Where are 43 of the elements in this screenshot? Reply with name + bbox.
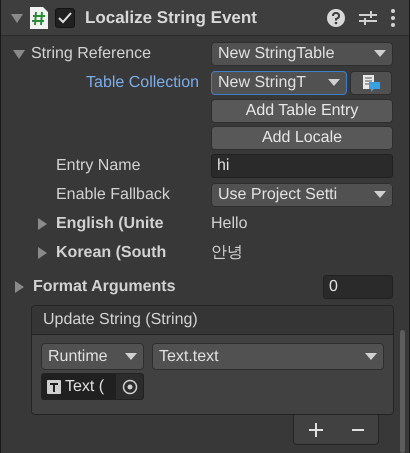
string-reference-dropdown[interactable]: New StringTable	[211, 42, 393, 66]
field-label: Format Arguments	[33, 276, 176, 296]
table-window-icon	[362, 74, 380, 92]
collapse-arrow-icon[interactable]	[11, 12, 23, 24]
check-icon	[58, 12, 72, 24]
help-icon[interactable]	[327, 8, 345, 26]
event-title: Update String (String)	[32, 306, 393, 335]
fallback-dropdown[interactable]: Use Project Setti	[211, 182, 393, 206]
locale-value: 안녕	[211, 242, 243, 262]
field-label: String Reference	[31, 44, 152, 64]
expand-arrow-icon[interactable]	[13, 280, 25, 292]
sliders-icon[interactable]	[359, 8, 377, 26]
locale-name: Korean (South	[56, 242, 166, 262]
add-icon[interactable]	[308, 422, 324, 438]
expand-arrow-icon[interactable]	[36, 218, 48, 230]
collapse-arrow-icon[interactable]	[13, 48, 25, 60]
entry-name-field[interactable]: hi	[211, 154, 393, 178]
more-icon[interactable]	[391, 8, 395, 26]
add-button[interactable]: Add Locale	[211, 126, 393, 150]
scrollbar-thumb[interactable]	[400, 330, 405, 453]
caret-icon	[125, 352, 137, 360]
field-label: Enable Fallback	[56, 184, 170, 204]
locale-value: Hello	[211, 214, 248, 234]
enabled-checkbox[interactable]	[55, 8, 75, 28]
caret-icon	[328, 78, 340, 86]
table-collection-dropdown[interactable]: New StringT	[211, 70, 347, 94]
script-icon	[29, 6, 49, 30]
field-label: Entry Name	[56, 156, 140, 176]
add-button[interactable]: Add Table Entry	[211, 98, 393, 122]
caret-icon	[365, 352, 377, 360]
open-table-button[interactable]	[350, 70, 392, 94]
text-component-icon	[47, 380, 61, 394]
caret-icon	[374, 50, 386, 58]
field-label: Table Collection	[86, 72, 199, 92]
target-object-field[interactable]: Text (	[41, 373, 144, 400]
argument-count-field[interactable]: 0	[323, 274, 393, 298]
expand-arrow-icon[interactable]	[36, 246, 48, 258]
caret-icon	[374, 190, 386, 198]
locale-name: English (Unite	[56, 214, 164, 234]
mode-dropdown[interactable]: Runtime	[41, 343, 144, 370]
object-picker-icon[interactable]	[122, 378, 138, 394]
component-title: Localize String Event	[85, 6, 257, 29]
function-dropdown[interactable]: Text.text	[152, 343, 384, 370]
